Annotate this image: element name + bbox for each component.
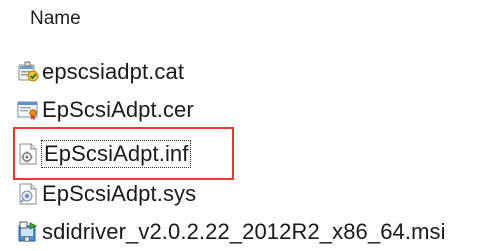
file-name: sdidriver_v2.0.2.22_2012R2_x86_64.msi	[42, 219, 446, 244]
highlight-box	[13, 127, 234, 180]
system-file-icon	[16, 182, 40, 206]
windows-installer-icon	[16, 220, 40, 244]
file-name: EpScsiAdpt.sys	[42, 181, 197, 206]
security-catalog-icon	[16, 60, 40, 84]
file-row-epscsiadpt-cat[interactable]: epscsiadpt.cat	[16, 56, 184, 88]
column-header-name[interactable]: Name	[30, 8, 81, 30]
certificate-icon	[16, 98, 40, 122]
file-name: EpScsiAdpt.cer	[42, 97, 194, 122]
file-name: epscsiadpt.cat	[42, 59, 185, 84]
file-row-epscsiadpt-sys[interactable]: EpScsiAdpt.sys	[16, 178, 196, 210]
file-row-epscsiadpt-cer[interactable]: EpScsiAdpt.cer	[16, 94, 194, 126]
file-row-sdidriver-msi[interactable]: sdidriver_v2.0.2.22_2012R2_x86_64.msi	[16, 216, 446, 248]
